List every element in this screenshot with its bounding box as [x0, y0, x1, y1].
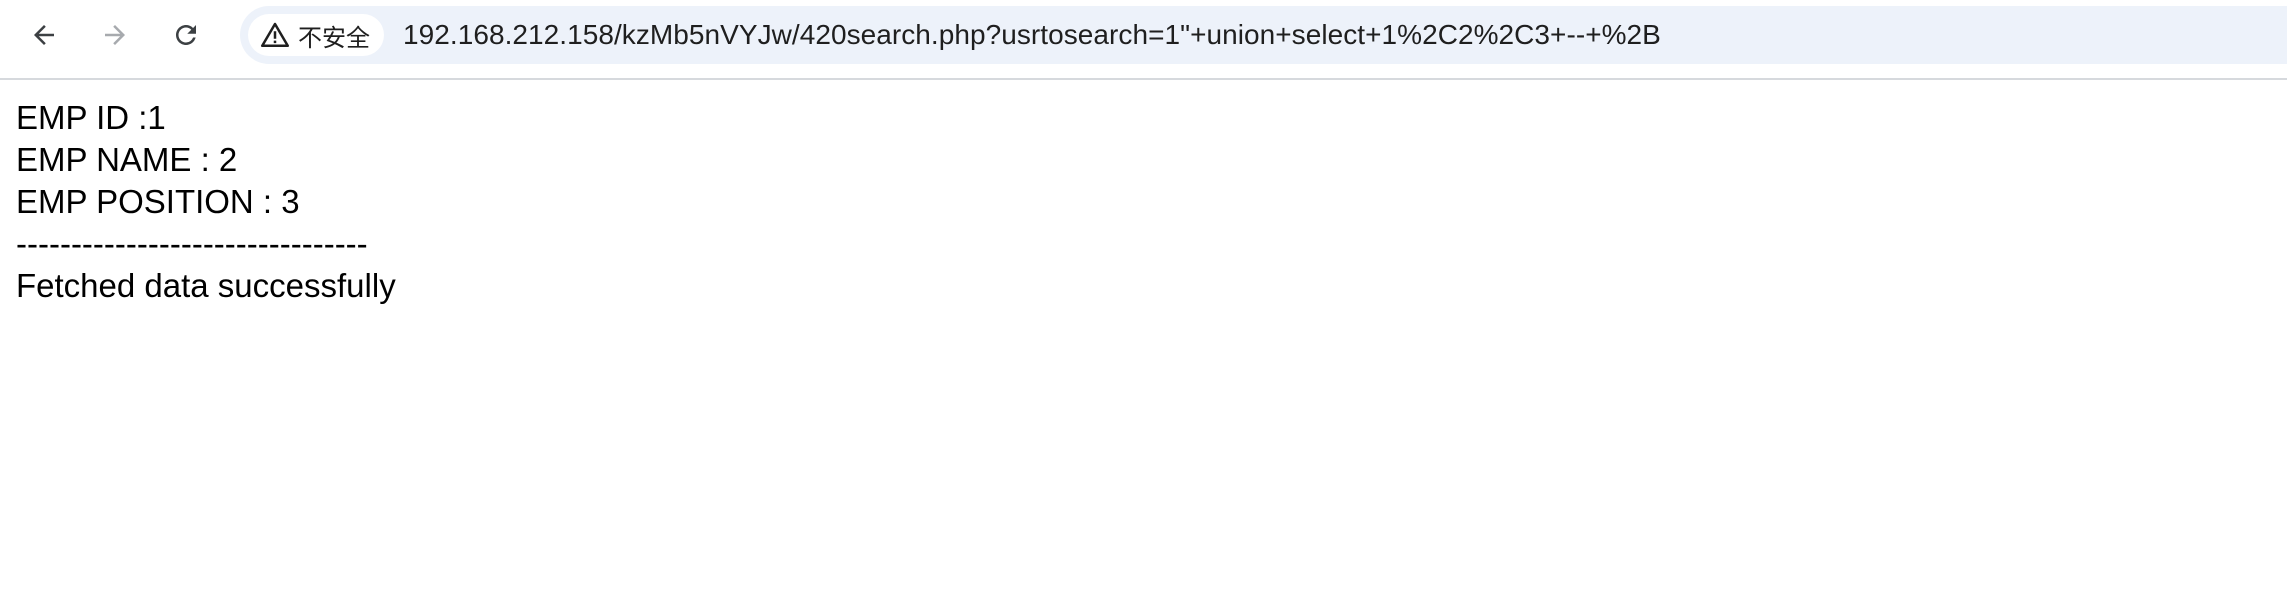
emp-position-text: EMP POSITION : 3 — [16, 183, 300, 220]
security-indicator[interactable]: 不安全 — [248, 14, 384, 56]
security-label: 不安全 — [298, 23, 370, 52]
emp-id-text: EMP ID :1 — [16, 99, 166, 136]
url-text[interactable]: 192.168.212.158/kzMb5nVYJw/420search.php… — [403, 6, 1661, 64]
arrow-left-icon — [34, 25, 54, 45]
warning-triangle-icon — [261, 22, 289, 47]
separator-text: -------------------------------- — [16, 225, 368, 262]
address-bar[interactable]: 不安全 192.168.212.158/kzMb5nVYJw/420search… — [240, 6, 2287, 64]
forward-button[interactable] — [91, 11, 139, 59]
reload-button[interactable] — [162, 11, 210, 59]
status-message: Fetched data successfully — [16, 267, 396, 304]
browser-toolbar: 不安全 192.168.212.158/kzMb5nVYJw/420search… — [0, 0, 2287, 80]
reload-icon — [176, 25, 196, 45]
back-button[interactable] — [20, 11, 68, 59]
emp-name-text: EMP NAME : 2 — [16, 141, 238, 178]
arrow-right-icon — [105, 25, 125, 45]
page-content: EMP ID :1 EMP NAME : 2 EMP POSITION : 3 … — [16, 97, 396, 307]
